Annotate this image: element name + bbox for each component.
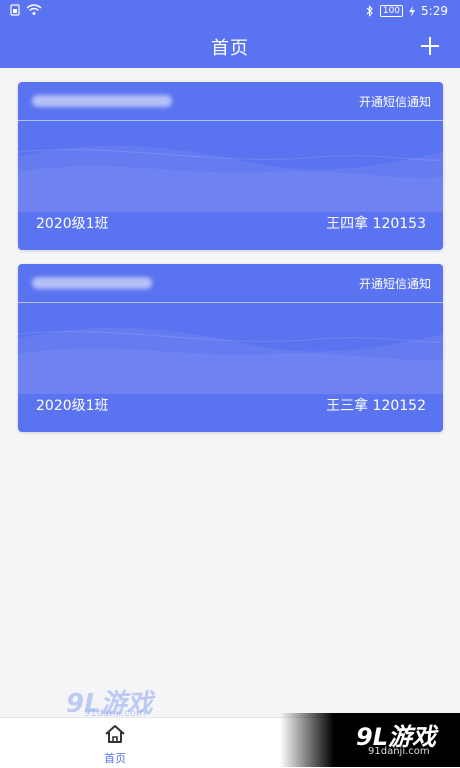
- status-left-icons: [10, 4, 42, 16]
- plus-icon: [421, 37, 439, 55]
- enable-sms-link[interactable]: 开通短信通知: [359, 93, 431, 110]
- tab-home[interactable]: 首页: [80, 724, 150, 766]
- watermark-url-right: 91danji.com: [368, 746, 430, 757]
- card-divider: [18, 302, 443, 303]
- bolt-icon: [409, 5, 416, 17]
- card-divider: [18, 120, 443, 121]
- school-name-blurred: [32, 277, 152, 289]
- tab-home-label: 首页: [104, 752, 126, 765]
- status-right-icons: 100 5:29: [366, 4, 448, 18]
- student-name-id: 王四拿 120153: [326, 216, 426, 232]
- wifi-icon: [26, 4, 42, 15]
- app-header: 首页: [0, 24, 460, 68]
- page-title: 首页: [211, 38, 249, 59]
- enable-sms-link[interactable]: 开通短信通知: [359, 275, 431, 292]
- school-name-blurred: [32, 95, 172, 107]
- battery-level: 100: [379, 5, 404, 17]
- card-wave-decoration: [18, 327, 443, 394]
- watermark-badge: 9L游戏 91danji.com: [280, 713, 460, 767]
- student-name-id: 王三拿 120152: [326, 398, 426, 414]
- card-wave-decoration: [18, 145, 443, 212]
- student-card[interactable]: 开通短信通知 2020级1班 王三拿 120152: [18, 264, 443, 432]
- class-name: 2020级1班: [36, 216, 109, 232]
- home-icon: [105, 725, 125, 743]
- card-header: 开通短信通知: [18, 82, 443, 120]
- student-card[interactable]: 开通短信通知 2020级1班 王四拿 120153: [18, 82, 443, 250]
- card-header: 开通短信通知: [18, 264, 443, 302]
- class-name: 2020级1班: [36, 398, 109, 414]
- bluetooth-icon: [366, 5, 373, 17]
- clock: 5:29: [421, 4, 448, 18]
- add-button[interactable]: [412, 28, 448, 64]
- status-bar: 100 5:29: [0, 0, 460, 24]
- sim-icon: [10, 4, 20, 16]
